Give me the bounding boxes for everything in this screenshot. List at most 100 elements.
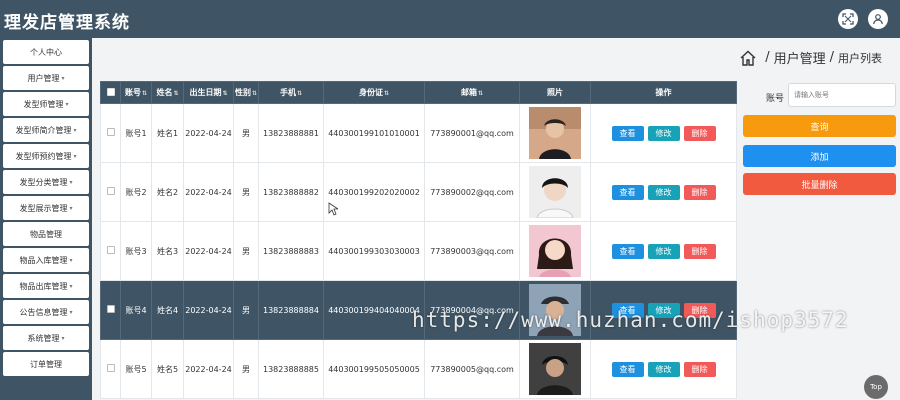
delete-button[interactable]: 删除 [683, 302, 716, 318]
row-checkbox[interactable] [106, 187, 115, 195]
sidebar-item-label: 发型展示管理 [19, 203, 68, 213]
app-title: 理发店管理系统 [4, 13, 130, 33]
sort-icon[interactable]: ⇅ [222, 90, 227, 97]
edit-button[interactable]: 修改 [647, 361, 680, 377]
table-row[interactable]: 账号2 姓名2 2022-04-24 男 13823888882 4403001… [100, 162, 737, 222]
sort-icon[interactable]: ⇅ [252, 90, 257, 97]
edit-button[interactable]: 修改 [647, 302, 680, 318]
sidebar-item-profile[interactable]: 个人中心 [3, 40, 89, 64]
row-checkbox[interactable] [106, 305, 115, 313]
breadcrumb-separator: / [765, 50, 770, 65]
cell-birth: 2022-04-24 [183, 162, 234, 222]
user-photo[interactable] [529, 166, 581, 218]
user-photo[interactable] [529, 343, 581, 395]
view-button[interactable]: 查看 [611, 184, 644, 200]
user-photo[interactable] [529, 107, 581, 159]
cell-photo [519, 339, 591, 399]
sidebar-item-goods-out[interactable]: 物品出库管理 ▾ [3, 274, 89, 298]
batch-delete-button[interactable]: 批量删除 [743, 173, 896, 195]
sidebar-item-orders[interactable]: 订单管理 [3, 352, 89, 376]
add-button[interactable]: 添加 [743, 145, 896, 167]
sidebar-item-goods[interactable]: 物品管理 [3, 222, 89, 246]
sidebar-item-style-category[interactable]: 发型分类管理 ▾ [3, 170, 89, 194]
sidebar-item-stylist-booking[interactable]: 发型师预约管理 ▾ [3, 144, 89, 168]
cell-phone: 13823888883 [258, 221, 324, 281]
cell-photo [519, 280, 591, 340]
edit-button[interactable]: 修改 [647, 125, 680, 141]
row-checkbox[interactable] [106, 364, 115, 372]
view-button[interactable]: 查看 [611, 302, 644, 318]
sidebar-item-stylists[interactable]: 发型师管理 ▾ [3, 92, 89, 116]
breadcrumb-page: 用户列表 [838, 51, 882, 65]
sort-icon[interactable]: ⇅ [478, 90, 483, 97]
column-header-actions: 操作 [590, 81, 737, 104]
view-button[interactable]: 查看 [611, 243, 644, 259]
edit-button[interactable]: 修改 [647, 243, 680, 259]
table-row[interactable]: 账号1 姓名1 2022-04-24 男 13823888881 4403001… [100, 103, 737, 163]
view-button[interactable]: 查看 [611, 361, 644, 377]
column-header-id-card[interactable]: 身份证⇅ [323, 81, 425, 104]
user-photo[interactable] [529, 225, 581, 277]
cell-name: 姓名5 [151, 339, 184, 399]
column-header-birth[interactable]: 出生日期⇅ [183, 81, 234, 104]
cell-gender: 男 [233, 221, 259, 281]
chevron-down-icon: ▾ [73, 126, 77, 134]
delete-button[interactable]: 删除 [683, 125, 716, 141]
sidebar-item-users[interactable]: 用户管理 ▾ [3, 66, 89, 90]
chevron-down-icon: ▾ [69, 308, 73, 316]
fullscreen-button[interactable] [838, 9, 858, 29]
table-row[interactable]: 账号3 姓名3 2022-04-24 男 13823888883 4403001… [100, 221, 737, 281]
user-button[interactable] [868, 9, 888, 29]
table-row[interactable]: 账号5 姓名5 2022-04-24 男 13823888885 4403001… [100, 339, 737, 399]
column-header-name[interactable]: 姓名⇅ [151, 81, 184, 104]
view-button[interactable]: 查看 [611, 125, 644, 141]
breadcrumb-section[interactable]: 用户管理 [774, 48, 826, 67]
select-all-cell[interactable] [100, 81, 121, 104]
row-checkbox[interactable] [106, 128, 115, 136]
column-header-email[interactable]: 邮箱⇅ [424, 81, 520, 104]
sidebar-item-stylist-intro[interactable]: 发型师简介管理 ▾ [3, 118, 89, 142]
cell-id-card: 440300199202020002 [323, 162, 425, 222]
cell-photo [519, 221, 591, 281]
chevron-down-icon: ▾ [69, 282, 73, 290]
account-search-input[interactable] [788, 83, 896, 107]
sidebar-item-style-showcase[interactable]: 发型展示管理 ▾ [3, 196, 89, 220]
sidebar-item-label: 发型师管理 [23, 99, 64, 109]
cell-actions: 查看 修改 删除 [590, 339, 737, 399]
cell-gender: 男 [233, 162, 259, 222]
cell-email: 773890004@qq.com [424, 280, 520, 340]
back-to-top-button[interactable]: Top [864, 375, 888, 399]
cell-gender: 男 [233, 339, 259, 399]
column-header-phone[interactable]: 手机⇅ [258, 81, 324, 104]
row-checkbox[interactable] [106, 246, 115, 254]
home-icon[interactable] [739, 49, 757, 67]
delete-button[interactable]: 删除 [683, 184, 716, 200]
cell-account: 账号3 [120, 221, 152, 281]
query-button[interactable]: 查询 [743, 115, 896, 137]
cell-actions: 查看 修改 删除 [590, 280, 737, 340]
cell-birth: 2022-04-24 [183, 221, 234, 281]
sort-icon[interactable]: ⇅ [384, 90, 389, 97]
sidebar-item-notices[interactable]: 公告信息管理 ▾ [3, 300, 89, 324]
edit-button[interactable]: 修改 [647, 184, 680, 200]
cell-phone: 13823888882 [258, 162, 324, 222]
delete-button[interactable]: 删除 [683, 361, 716, 377]
column-header-account[interactable]: 账号⇅ [120, 81, 152, 104]
sidebar-item-system[interactable]: 系统管理 ▾ [3, 326, 89, 350]
select-all-checkbox[interactable] [106, 87, 115, 96]
cell-actions: 查看 修改 删除 [590, 162, 737, 222]
delete-button[interactable]: 删除 [683, 243, 716, 259]
table-row[interactable]: 账号4 姓名4 2022-04-24 男 13823888884 4403001… [100, 280, 737, 340]
sidebar-item-goods-in[interactable]: 物品入库管理 ▾ [3, 248, 89, 272]
sort-icon[interactable]: ⇅ [297, 90, 302, 97]
column-header-gender[interactable]: 性别⇅ [233, 81, 259, 104]
cell-phone: 13823888881 [258, 103, 324, 163]
sort-icon[interactable]: ⇅ [142, 90, 147, 97]
chevron-down-icon: ▾ [61, 334, 65, 342]
user-photo[interactable] [529, 284, 581, 336]
cell-name: 姓名2 [151, 162, 184, 222]
cell-actions: 查看 修改 删除 [590, 221, 737, 281]
cell-account: 账号1 [120, 103, 152, 163]
sort-icon[interactable]: ⇅ [173, 90, 178, 97]
cell-email: 773890001@qq.com [424, 103, 520, 163]
